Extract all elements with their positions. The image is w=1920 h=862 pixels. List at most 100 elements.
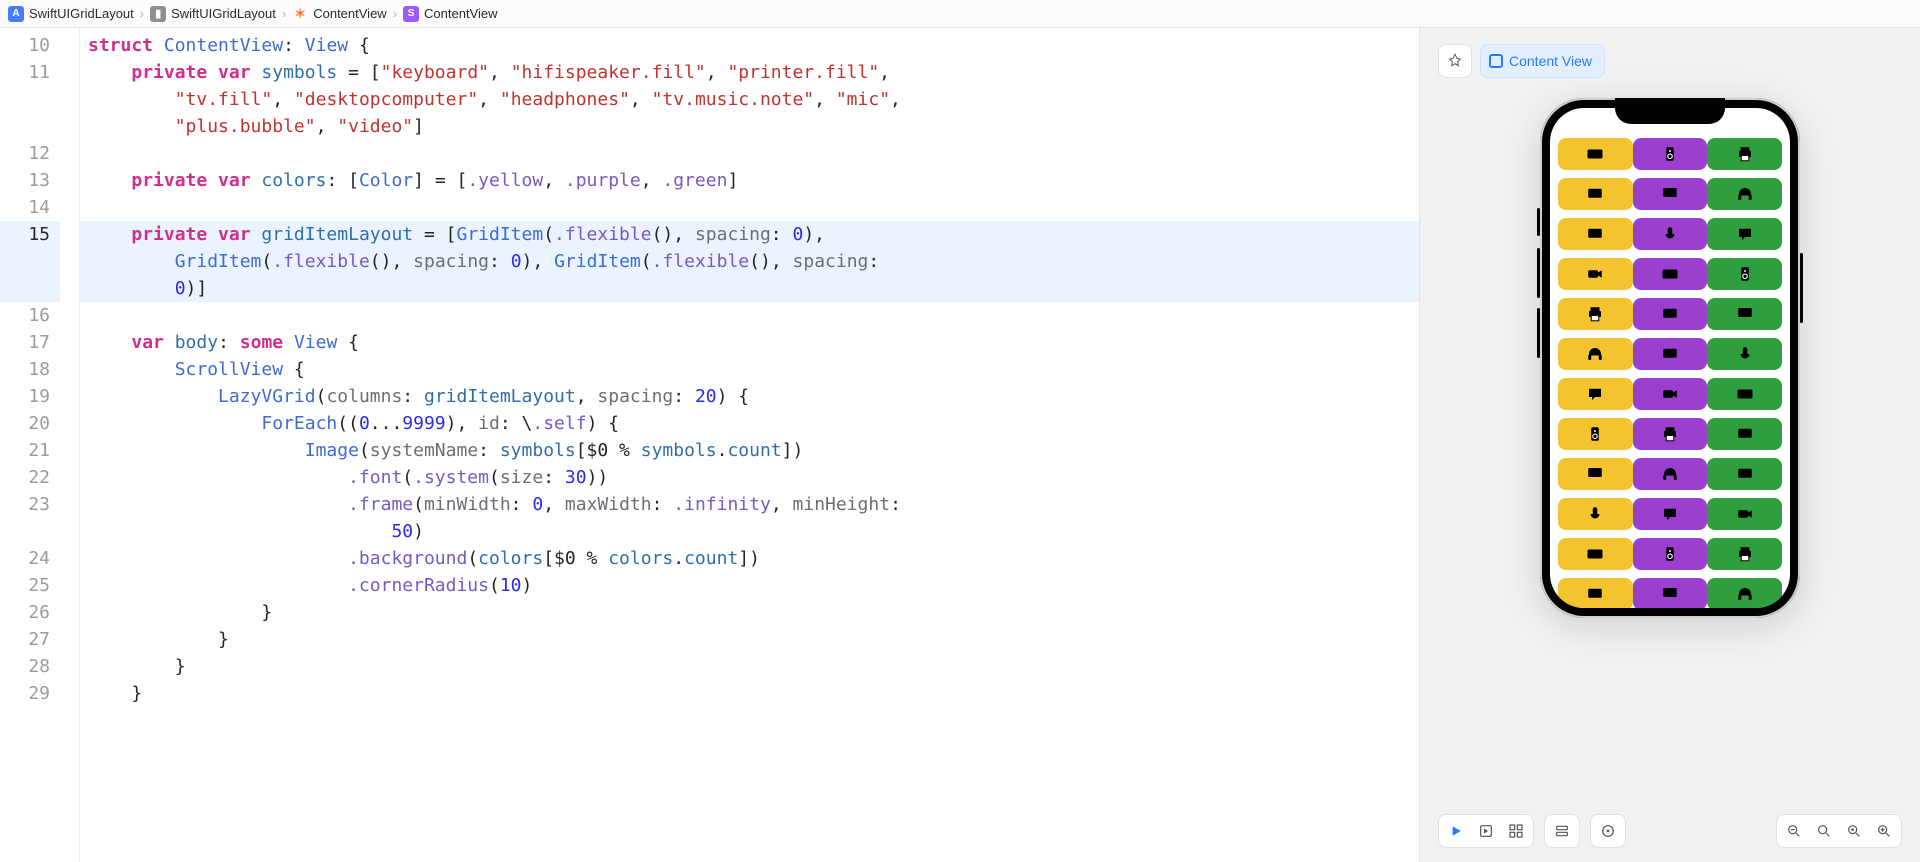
line-number[interactable]: 16 bbox=[0, 302, 60, 329]
grid-cell[interactable] bbox=[1707, 258, 1782, 290]
preview-scrollview[interactable] bbox=[1550, 138, 1790, 608]
line-number[interactable] bbox=[0, 518, 60, 545]
line-number[interactable]: 23 bbox=[0, 491, 60, 518]
grid-cell[interactable] bbox=[1707, 378, 1782, 410]
grid-cell[interactable] bbox=[1633, 138, 1708, 170]
line-number[interactable]: 12 bbox=[0, 140, 60, 167]
grid-cell[interactable] bbox=[1558, 258, 1633, 290]
grid-cell[interactable] bbox=[1633, 258, 1708, 290]
zoom-in-button[interactable] bbox=[1875, 822, 1893, 840]
line-number[interactable]: 14 bbox=[0, 194, 60, 221]
source-editor[interactable]: 1011 12131415 1617181920212223 242526272… bbox=[0, 28, 1420, 862]
line-number[interactable] bbox=[0, 86, 60, 113]
grid-cell[interactable] bbox=[1633, 458, 1708, 490]
live-preview-button[interactable] bbox=[1447, 822, 1465, 840]
code-line[interactable]: "plus.bubble", "video"] bbox=[80, 113, 1419, 140]
code-line[interactable]: } bbox=[80, 653, 1419, 680]
preview-options-button[interactable] bbox=[1599, 822, 1617, 840]
line-number[interactable]: 10 bbox=[0, 32, 60, 59]
grid-cell[interactable] bbox=[1633, 218, 1708, 250]
breadcrumb-project[interactable]: A SwiftUIGridLayout bbox=[8, 6, 134, 22]
fold-ribbon[interactable] bbox=[60, 28, 80, 862]
line-number[interactable]: 11 bbox=[0, 59, 60, 86]
line-number[interactable] bbox=[0, 248, 60, 275]
code-line[interactable] bbox=[80, 194, 1419, 221]
grid-cell[interactable] bbox=[1558, 338, 1633, 370]
code-line[interactable]: } bbox=[80, 599, 1419, 626]
line-number[interactable]: 25 bbox=[0, 572, 60, 599]
grid-cell[interactable] bbox=[1707, 178, 1782, 210]
code-line[interactable]: struct ContentView: View { bbox=[80, 32, 1419, 59]
code-line[interactable]: "tv.fill", "desktopcomputer", "headphone… bbox=[80, 86, 1419, 113]
code-line[interactable]: Image(systemName: symbols[$0 % symbols.c… bbox=[80, 437, 1419, 464]
code-line[interactable]: ForEach((0...9999), id: \.self) { bbox=[80, 410, 1419, 437]
variants-button[interactable] bbox=[1507, 822, 1525, 840]
device-settings-button[interactable] bbox=[1553, 822, 1571, 840]
code-line[interactable] bbox=[80, 140, 1419, 167]
code-line[interactable]: } bbox=[80, 680, 1419, 707]
grid-cell[interactable] bbox=[1707, 338, 1782, 370]
code-line[interactable]: ScrollView { bbox=[80, 356, 1419, 383]
code-line[interactable]: 0)] bbox=[80, 275, 1419, 302]
grid-cell[interactable] bbox=[1633, 498, 1708, 530]
grid-cell[interactable] bbox=[1707, 458, 1782, 490]
preview-selector-button[interactable]: Content View bbox=[1480, 44, 1605, 78]
line-number[interactable]: 17 bbox=[0, 329, 60, 356]
selectable-preview-button[interactable] bbox=[1477, 822, 1495, 840]
code-line[interactable]: .frame(minWidth: 0, maxWidth: .infinity,… bbox=[80, 491, 1419, 518]
grid-cell[interactable] bbox=[1707, 298, 1782, 330]
line-number[interactable]: 28 bbox=[0, 653, 60, 680]
breadcrumb-symbol[interactable]: S ContentView bbox=[403, 6, 497, 22]
code-line[interactable]: LazyVGrid(columns: gridItemLayout, spaci… bbox=[80, 383, 1419, 410]
grid-cell[interactable] bbox=[1707, 578, 1782, 608]
line-number[interactable]: 21 bbox=[0, 437, 60, 464]
breadcrumb-file[interactable]: ✶ ContentView bbox=[292, 6, 386, 22]
line-number[interactable]: 22 bbox=[0, 464, 60, 491]
device-screen[interactable] bbox=[1550, 108, 1790, 608]
grid-cell[interactable] bbox=[1633, 418, 1708, 450]
line-number[interactable] bbox=[0, 113, 60, 140]
code-line[interactable]: private var symbols = ["keyboard", "hifi… bbox=[80, 59, 1419, 86]
line-number[interactable] bbox=[0, 275, 60, 302]
grid-cell[interactable] bbox=[1633, 178, 1708, 210]
grid-cell[interactable] bbox=[1707, 218, 1782, 250]
grid-cell[interactable] bbox=[1558, 178, 1633, 210]
zoom-fit-button[interactable] bbox=[1815, 822, 1833, 840]
grid-cell[interactable] bbox=[1633, 378, 1708, 410]
code-line[interactable]: 50) bbox=[80, 518, 1419, 545]
grid-cell[interactable] bbox=[1558, 458, 1633, 490]
line-number[interactable]: 15 bbox=[0, 221, 60, 248]
line-number[interactable]: 27 bbox=[0, 626, 60, 653]
code-line[interactable]: private var gridItemLayout = [GridItem(.… bbox=[80, 221, 1419, 248]
line-number[interactable]: 26 bbox=[0, 599, 60, 626]
grid-cell[interactable] bbox=[1707, 418, 1782, 450]
code-line[interactable]: private var colors: [Color] = [.yellow, … bbox=[80, 167, 1419, 194]
grid-cell[interactable] bbox=[1558, 418, 1633, 450]
code-line[interactable]: var body: some View { bbox=[80, 329, 1419, 356]
zoom-out-button[interactable] bbox=[1785, 822, 1803, 840]
grid-cell[interactable] bbox=[1558, 498, 1633, 530]
line-number[interactable]: 24 bbox=[0, 545, 60, 572]
code-line[interactable]: .background(colors[$0 % colors.count]) bbox=[80, 545, 1419, 572]
pin-preview-button[interactable] bbox=[1438, 44, 1472, 78]
line-number[interactable]: 18 bbox=[0, 356, 60, 383]
line-number[interactable]: 19 bbox=[0, 383, 60, 410]
grid-cell[interactable] bbox=[1633, 578, 1708, 608]
line-number[interactable]: 20 bbox=[0, 410, 60, 437]
line-number[interactable]: 13 bbox=[0, 167, 60, 194]
grid-cell[interactable] bbox=[1633, 538, 1708, 570]
code-line[interactable]: } bbox=[80, 626, 1419, 653]
code-line[interactable]: GridItem(.flexible(), spacing: 0), GridI… bbox=[80, 248, 1419, 275]
code-line[interactable]: .font(.system(size: 30)) bbox=[80, 464, 1419, 491]
grid-cell[interactable] bbox=[1558, 298, 1633, 330]
code-line[interactable]: .cornerRadius(10) bbox=[80, 572, 1419, 599]
zoom-actual-button[interactable] bbox=[1845, 822, 1863, 840]
grid-cell[interactable] bbox=[1558, 538, 1633, 570]
grid-cell[interactable] bbox=[1707, 538, 1782, 570]
grid-cell[interactable] bbox=[1558, 378, 1633, 410]
grid-cell[interactable] bbox=[1558, 138, 1633, 170]
line-number[interactable]: 29 bbox=[0, 680, 60, 707]
grid-cell[interactable] bbox=[1633, 338, 1708, 370]
breadcrumb-group[interactable]: ▮ SwiftUIGridLayout bbox=[150, 6, 276, 22]
grid-cell[interactable] bbox=[1558, 578, 1633, 608]
